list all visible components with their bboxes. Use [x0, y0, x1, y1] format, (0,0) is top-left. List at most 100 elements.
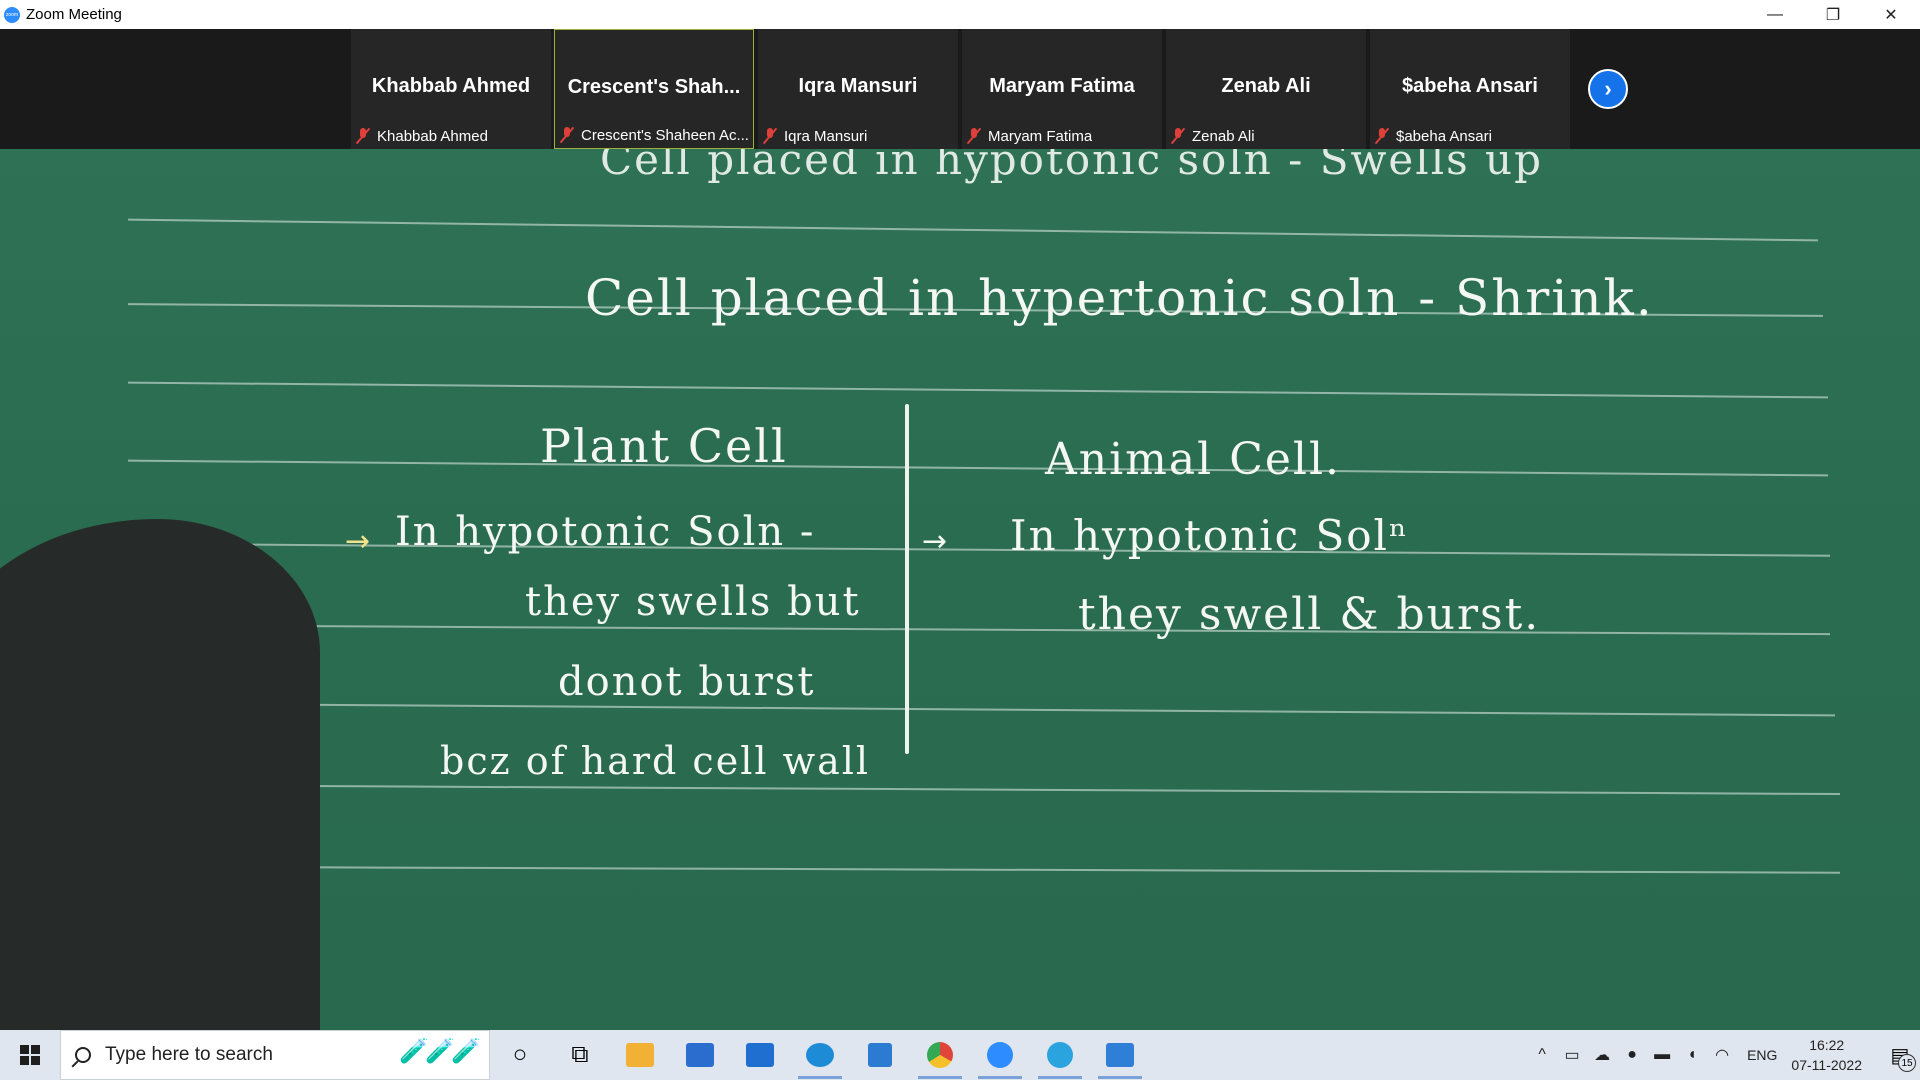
mic-muted-icon [1170, 127, 1186, 145]
windows-taskbar: Type here to search 🧪🧪🧪 ○ ⧉ ^ ▭ ☁ ● ▬ ◖ … [0, 1030, 1920, 1080]
zoom-taskbar-button[interactable] [970, 1030, 1030, 1080]
microphone-icon[interactable]: ● [1617, 1046, 1647, 1064]
participant-name: Iqra Mansuri [798, 75, 918, 97]
telegram-taskbar-button[interactable] [1030, 1030, 1090, 1080]
zoom-icon [987, 1042, 1013, 1068]
store-taskbar-button[interactable] [670, 1030, 730, 1080]
chalk-text-line1: Cell placed in hypertonic soln - Shrink. [585, 269, 1654, 327]
search-icon [75, 1047, 91, 1063]
edge-taskbar-button[interactable] [790, 1030, 850, 1080]
participant-name: Zenab Ali [1221, 75, 1311, 97]
minimize-button[interactable]: — [1746, 0, 1804, 29]
participant-label: Maryam Fatima [988, 127, 1093, 145]
mail-taskbar-button[interactable] [730, 1030, 790, 1080]
participant-footer: $abeha Ansari [1374, 127, 1492, 145]
board-rule-line [128, 459, 1828, 477]
window-controls: — ❐ ✕ [1746, 0, 1920, 29]
photos-taskbar-button[interactable] [1090, 1030, 1150, 1080]
participant-tile[interactable]: Zenab Ali Zenab Ali [1166, 29, 1366, 149]
participant-tile[interactable]: Maryam Fatima Maryam Fatima [962, 29, 1162, 149]
participant-label: Khabbab Ahmed [377, 127, 488, 145]
participant-tile-active-speaker[interactable]: Crescent's Shah... Crescent's Shaheen Ac… [554, 29, 754, 149]
teacher-silhouette [0, 519, 320, 1030]
chalk-left-line3: donot burst [558, 659, 816, 705]
zoom-logo-text: zoom [5, 11, 19, 18]
search-placeholder: Type here to search [105, 1044, 273, 1065]
notification-center-button[interactable]: ▤ 15 [1880, 1030, 1920, 1080]
start-button[interactable] [0, 1030, 60, 1080]
zoom-logo-icon: zoom [4, 6, 20, 23]
close-button[interactable]: ✕ [1862, 0, 1920, 29]
board-rule-line [128, 381, 1828, 399]
language-indicator[interactable]: ENG [1747, 1047, 1777, 1063]
board-rule-line [128, 218, 1818, 242]
chalk-left-line4: bcz of hard cell wall [440, 739, 871, 783]
participant-footer: Iqra Mansuri [762, 127, 867, 145]
mic-muted-icon [1374, 127, 1390, 145]
chalk-text-line0: Cell placed in hypotonic soln - Swells u… [600, 149, 1543, 184]
arrow-icon: → [922, 524, 948, 559]
show-hidden-icons-chevron-icon[interactable]: ^ [1527, 1046, 1557, 1064]
arrow-icon: → [345, 524, 371, 559]
meet-now-icon[interactable]: ▭ [1557, 1045, 1587, 1065]
onedrive-icon[interactable]: ☁ [1587, 1045, 1617, 1065]
chalk-left-line1: In hypotonic Soln - [395, 509, 816, 555]
vscode-icon [868, 1043, 892, 1067]
edge-icon [806, 1043, 834, 1067]
window-title: Zoom Meeting [26, 6, 122, 23]
participant-tile[interactable]: Khabbab Ahmed Khabbab Ahmed [351, 29, 551, 149]
chalk-right-heading: Animal Cell. [1045, 434, 1342, 485]
board-divider-line [905, 404, 909, 754]
next-participants-button[interactable]: › [1588, 69, 1628, 109]
board-rule-line [300, 784, 1840, 796]
mic-muted-icon [559, 126, 575, 144]
notification-count-badge: 15 [1898, 1054, 1916, 1072]
chalk-right-line1: In hypotonic Solⁿ [1010, 511, 1410, 560]
participant-footer: Zenab Ali [1170, 127, 1255, 145]
shared-video-chalkboard: Cell placed in hypotonic soln - Swells u… [0, 149, 1920, 1030]
board-rule-line [300, 866, 1840, 874]
task-view-button[interactable]: ⧉ [550, 1030, 610, 1080]
battery-icon[interactable]: ▬ [1647, 1046, 1677, 1064]
chrome-taskbar-button[interactable] [910, 1030, 970, 1080]
clock[interactable]: 16:22 07-11-2022 [1791, 1035, 1862, 1075]
search-highlight-icon: 🧪🧪🧪 [399, 1038, 481, 1065]
restore-button[interactable]: ❐ [1804, 0, 1862, 29]
telegram-icon [1047, 1042, 1073, 1068]
cortana-button[interactable]: ○ [490, 1030, 550, 1080]
chalk-right-line2: they swell & burst. [1078, 589, 1541, 640]
participant-label: Crescent's Shaheen Ac... [581, 126, 749, 144]
vscode-taskbar-button[interactable] [850, 1030, 910, 1080]
board-rule-line [280, 703, 1835, 717]
participant-name: Maryam Fatima [989, 75, 1135, 97]
participant-footer: Khabbab Ahmed [355, 127, 488, 145]
system-tray: ^ ▭ ☁ ● ▬ ◖ ◠ ENG 16:22 07-11-2022 ▤ 15 [1527, 1030, 1920, 1080]
window-titlebar: zoom Zoom Meeting — ❐ ✕ [0, 0, 1920, 29]
taskbar-search-box[interactable]: Type here to search 🧪🧪🧪 [60, 1030, 490, 1080]
chrome-icon [927, 1042, 953, 1068]
participant-tile[interactable]: Iqra Mansuri Iqra Mansuri [758, 29, 958, 149]
mic-muted-icon [966, 127, 982, 145]
participant-tile[interactable]: $abeha Ansari $abeha Ansari [1370, 29, 1570, 149]
windows-logo-icon [20, 1045, 40, 1065]
file-explorer-taskbar-button[interactable] [610, 1030, 670, 1080]
participant-label: Zenab Ali [1192, 127, 1255, 145]
participant-name: Crescent's Shah... [567, 76, 741, 98]
clock-time: 16:22 [1809, 1037, 1845, 1053]
participant-footer: Maryam Fatima [966, 127, 1092, 145]
mail-icon [746, 1043, 774, 1067]
participant-strip: Khabbab Ahmed Khabbab Ahmed Crescent's S… [0, 29, 1920, 149]
clock-date: 07-11-2022 [1791, 1057, 1862, 1073]
photos-icon [1106, 1043, 1134, 1067]
volume-icon[interactable]: ◖ [1677, 1046, 1707, 1064]
mic-muted-icon [355, 127, 371, 145]
mic-muted-icon [762, 127, 778, 145]
participant-name: $abeha Ansari [1402, 75, 1538, 97]
store-icon [686, 1043, 714, 1067]
participant-label: $abeha Ansari [1396, 127, 1492, 145]
participant-label: Iqra Mansuri [784, 127, 868, 145]
board-rule-line [260, 624, 1830, 636]
wifi-icon[interactable]: ◠ [1707, 1045, 1737, 1065]
chalk-left-line2: they swells but [525, 579, 861, 625]
folder-icon [626, 1043, 654, 1067]
